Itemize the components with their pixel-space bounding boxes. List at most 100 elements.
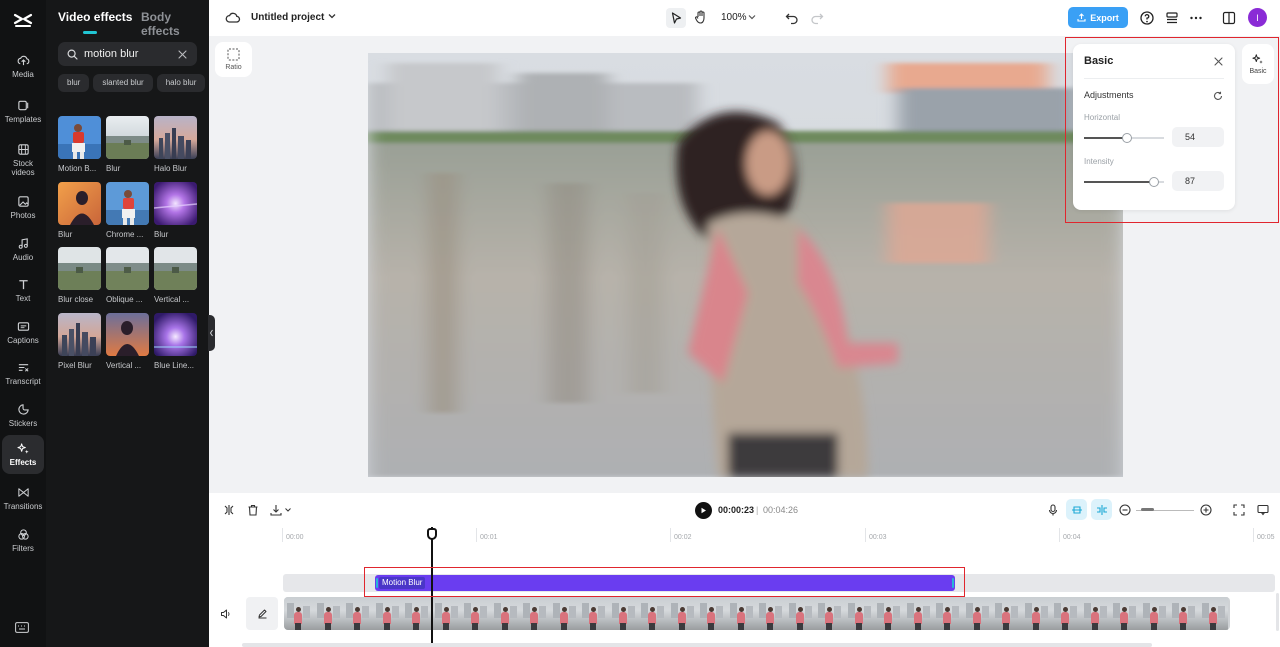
link-tracks-button[interactable] xyxy=(1091,499,1112,520)
project-title[interactable]: Untitled project xyxy=(251,12,324,23)
feedback-icon[interactable] xyxy=(1257,504,1269,516)
rail-item-effects[interactable]: Effects xyxy=(2,435,44,474)
rail-item-photos[interactable]: Photos xyxy=(2,187,44,227)
volume-icon[interactable] xyxy=(220,608,232,620)
vertical-scrollbar[interactable] xyxy=(1276,593,1279,631)
chevron-left-icon xyxy=(209,329,213,337)
delete-icon[interactable] xyxy=(247,504,259,516)
timeline-zoom-knob[interactable] xyxy=(1141,508,1154,511)
effect-card-pixel-blur[interactable]: Pixel Blur xyxy=(58,313,101,370)
export-button[interactable]: Export xyxy=(1068,7,1128,28)
chevron-down-icon[interactable] xyxy=(284,506,292,514)
slider-knob[interactable] xyxy=(1122,133,1133,143)
effect-card-oblique[interactable]: Oblique ... xyxy=(106,247,149,304)
zoom-in-icon[interactable] xyxy=(1200,504,1212,516)
filmstrip-frame xyxy=(874,597,904,630)
rail-item-transitions[interactable]: Transitions xyxy=(2,478,44,518)
zoom-chevron-down-icon[interactable] xyxy=(747,12,757,22)
user-avatar[interactable]: I xyxy=(1248,8,1267,27)
filmstrip-frame xyxy=(697,597,727,630)
magnet-snap-button[interactable] xyxy=(1066,499,1087,520)
hand-tool-icon[interactable] xyxy=(693,9,709,25)
slider-knob[interactable] xyxy=(1148,177,1159,187)
tab-video-effects[interactable]: Video effects xyxy=(58,10,132,24)
transitions-icon xyxy=(17,487,29,497)
video-clip-filmstrip[interactable] xyxy=(284,597,1230,630)
horizontal-slider[interactable] xyxy=(1084,133,1164,143)
video-preview[interactable] xyxy=(368,53,1123,477)
effect-thumbnail xyxy=(58,247,101,290)
more-options-icon[interactable] xyxy=(1188,10,1204,26)
effect-card-vertical-2[interactable]: Vertical ... xyxy=(106,313,149,370)
filmstrip-frame xyxy=(520,597,550,630)
redo-icon[interactable] xyxy=(809,10,825,26)
effect-card-chrome[interactable]: Chrome ... xyxy=(106,182,149,239)
intensity-value-input[interactable] xyxy=(1172,171,1224,191)
effect-card-label: Chrome ... xyxy=(106,230,144,239)
filmstrip-frame xyxy=(933,597,963,630)
layout-panels-icon[interactable] xyxy=(1221,10,1237,26)
collapse-panel-handle[interactable] xyxy=(208,315,215,351)
rail-item-text[interactable]: Text xyxy=(2,270,44,310)
undo-icon[interactable] xyxy=(784,10,800,26)
horizontal-scrollbar[interactable] xyxy=(242,643,1152,647)
chip-blur[interactable]: blur xyxy=(58,74,90,92)
layers-stack-icon[interactable] xyxy=(1164,10,1180,26)
keyboard-icon[interactable] xyxy=(15,622,29,633)
rail-item-label: Text xyxy=(15,293,31,303)
effects-search-input[interactable] xyxy=(84,48,174,60)
rail-item-transcript[interactable]: Transcript xyxy=(2,353,44,393)
effect-card-vertical[interactable]: Vertical ... xyxy=(154,247,197,304)
playhead-line[interactable] xyxy=(431,527,433,647)
effect-card-halo-blur[interactable]: Halo Blur xyxy=(154,116,197,173)
effect-card-blue-line[interactable]: Blue Line... xyxy=(154,313,197,370)
rail-item-captions[interactable]: Captions xyxy=(2,312,44,352)
select-tool-button[interactable] xyxy=(666,8,686,28)
rail-item-stickers[interactable]: Stickers xyxy=(2,395,44,435)
effect-card-label: Blur xyxy=(58,230,73,239)
zoom-level[interactable]: 100% xyxy=(721,12,747,23)
rail-item-audio[interactable]: Audio xyxy=(2,229,44,269)
effect-clip-motion-blur[interactable]: Motion Blur xyxy=(375,575,955,591)
effect-card-motion-blur[interactable]: Motion B... xyxy=(58,116,101,173)
rail-item-templates[interactable]: Templates xyxy=(2,91,44,131)
clip-trim-handle-right[interactable] xyxy=(952,578,954,588)
split-icon[interactable] xyxy=(223,504,235,516)
download-icon[interactable] xyxy=(270,504,282,516)
effect-card-label: Vertical ... xyxy=(106,361,142,370)
effect-card-label: Motion B... xyxy=(58,164,97,173)
cloud-sync-icon[interactable] xyxy=(225,10,241,26)
intensity-slider[interactable] xyxy=(1084,177,1164,187)
effect-card-blur[interactable]: Blur xyxy=(106,116,149,173)
effect-card-blur-close[interactable]: Blur close xyxy=(58,247,101,304)
filmstrip-frame xyxy=(992,597,1022,630)
timeline-panel: 00:00:23 | 00:04:26 00:00 00:01 00:02 00… xyxy=(209,493,1280,647)
clip-trim-handle-left[interactable] xyxy=(376,578,378,588)
chevron-down-icon[interactable] xyxy=(327,11,337,21)
rail-item-stock-videos[interactable]: Stock videos xyxy=(2,138,44,182)
rail-item-filters[interactable]: Filters xyxy=(2,520,44,560)
close-icon[interactable] xyxy=(1214,57,1223,66)
play-button[interactable] xyxy=(695,502,712,519)
playhead-handle[interactable] xyxy=(427,528,437,540)
rail-item-label: Filters xyxy=(12,543,34,553)
edit-cover-button[interactable] xyxy=(246,597,278,630)
zoom-out-icon[interactable] xyxy=(1119,504,1131,516)
effect-card-blur-3[interactable]: Blur xyxy=(154,182,197,239)
microphone-icon[interactable] xyxy=(1047,504,1059,516)
effect-card-blur-2[interactable]: Blur xyxy=(58,182,101,239)
reset-icon[interactable] xyxy=(1213,91,1223,101)
clear-search-icon[interactable] xyxy=(178,49,187,59)
chip-slanted-blur[interactable]: slanted blur xyxy=(93,74,153,92)
basic-side-tab[interactable]: Basic xyxy=(1242,44,1274,84)
ratio-button[interactable]: Ratio xyxy=(215,42,252,77)
effect-thumbnail xyxy=(106,116,149,159)
filmstrip-frame xyxy=(962,597,992,630)
fullscreen-icon[interactable] xyxy=(1233,504,1245,516)
chip-halo-blur[interactable]: halo blur xyxy=(156,74,206,92)
horizontal-value-input[interactable] xyxy=(1172,127,1224,147)
help-icon[interactable] xyxy=(1139,10,1155,26)
sparkle-icon xyxy=(16,443,29,454)
tab-body-effects[interactable]: Body effects xyxy=(141,10,209,38)
rail-item-media[interactable]: Media xyxy=(2,46,44,86)
